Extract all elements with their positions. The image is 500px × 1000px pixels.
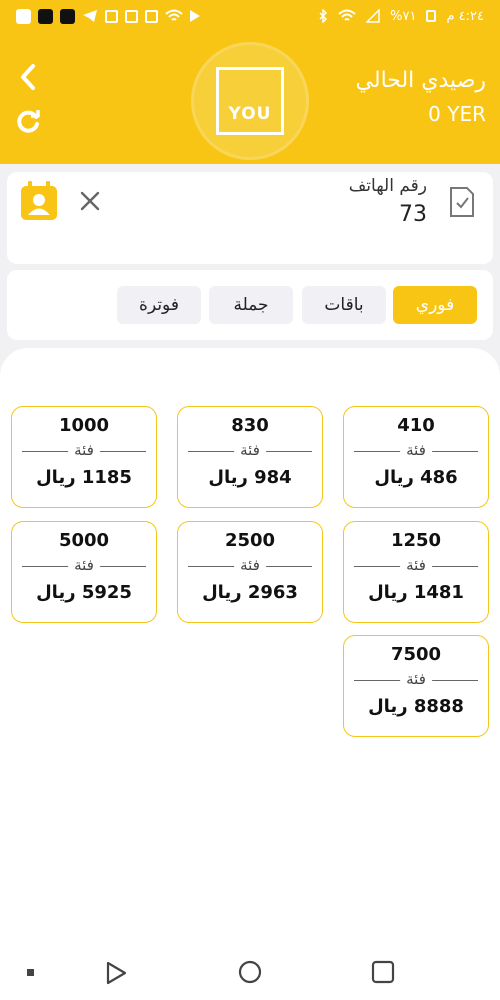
- denomination-price: 486 ريال: [374, 467, 458, 488]
- system-nav-bar: [0, 948, 500, 1000]
- battery-icon: [426, 10, 437, 22]
- clear-icon[interactable]: [79, 190, 101, 212]
- denomination-label: فئة: [400, 441, 432, 459]
- play-store-icon: [190, 10, 200, 22]
- denomination-card[interactable]: 830 فئة 984 ريال: [177, 406, 323, 508]
- status-icons-right: %٧١ ٤:٢٤ م: [318, 9, 484, 24]
- refresh-icon[interactable]: [16, 108, 42, 134]
- battery-level: %٧١: [390, 8, 417, 24]
- denomination-amount: 1250: [390, 530, 442, 551]
- notification-icon: [60, 8, 75, 24]
- brand-logo: YOU: [191, 42, 309, 160]
- denomination-label: فئة: [68, 441, 100, 459]
- notification-icon: [16, 8, 31, 24]
- wifi-signal-icon: [338, 9, 356, 21]
- notification-icon: [38, 8, 53, 24]
- recents-icon[interactable]: [371, 960, 395, 984]
- play-icon[interactable]: [104, 960, 128, 986]
- tabs-bar: فوري باقات جملة فوترة: [7, 270, 493, 340]
- denomination-label: فئة: [400, 556, 432, 574]
- denomination-card[interactable]: 1000 فئة 1185 ريال: [11, 406, 157, 508]
- denomination-label: فئة: [234, 556, 266, 574]
- denomination-amount: 1000: [58, 415, 110, 436]
- wifi-icon: [165, 9, 183, 21]
- denomination-price: 1185 ريال: [36, 467, 132, 488]
- tab-instant[interactable]: فوري: [393, 286, 477, 324]
- sim-card-icon[interactable]: [449, 186, 475, 218]
- denomination-price: 1481 ريال: [368, 582, 464, 603]
- denomination-label: فئة: [68, 556, 100, 574]
- denomination-amount: 2500: [224, 530, 276, 551]
- status-icons-left: [16, 8, 200, 24]
- tab-billing[interactable]: فوترة: [117, 286, 201, 324]
- denomination-price: 2963 ريال: [202, 582, 298, 603]
- denomination-card[interactable]: 7500 فئة 8888 ريال: [343, 635, 489, 737]
- denomination-price: 5925 ريال: [36, 582, 132, 603]
- denomination-amount: 410: [397, 415, 435, 436]
- denomination-price: 8888 ريال: [368, 696, 464, 717]
- denomination-card[interactable]: 1250 فئة 1481 ريال: [343, 521, 489, 623]
- clock: ٤:٢٤ م: [446, 8, 484, 24]
- denomination-label: فئة: [234, 441, 266, 459]
- denomination-card[interactable]: 2500 فئة 2963 ريال: [177, 521, 323, 623]
- status-bar: %٧١ ٤:٢٤ م: [0, 0, 500, 32]
- denomination-label: فئة: [400, 670, 432, 688]
- menu-dot-icon[interactable]: [26, 968, 36, 978]
- cell-signal-icon: [366, 9, 380, 23]
- tab-packages[interactable]: باقات: [302, 286, 386, 324]
- denomination-amount: 5000: [58, 530, 110, 551]
- phone-input-card: رقم الهاتف 73: [7, 172, 493, 264]
- contacts-icon[interactable]: [19, 180, 59, 222]
- tab-wholesale[interactable]: جملة: [209, 286, 293, 324]
- logo-text: YOU: [228, 104, 272, 124]
- header: YOU رصيدي الحالي 0 YER: [0, 32, 500, 164]
- gallery-icon: [105, 9, 118, 23]
- denomination-amount: 7500: [390, 644, 442, 665]
- phone-label: رقم الهاتف: [348, 176, 427, 196]
- back-icon[interactable]: [16, 62, 42, 92]
- bluetooth-icon: [319, 9, 328, 23]
- phone-number-input[interactable]: 73: [399, 202, 427, 227]
- logo-frame: YOU: [216, 67, 284, 135]
- screen-icon: [145, 9, 158, 23]
- balance-value: 0 YER: [428, 102, 486, 126]
- denomination-amount: 830: [231, 415, 269, 436]
- denomination-card[interactable]: 5000 فئة 5925 ريال: [11, 521, 157, 623]
- home-icon[interactable]: [238, 960, 262, 984]
- denominations-panel: 410 فئة 486 ريال 830 فئة 984 ريال 1000 ف…: [0, 348, 500, 948]
- telegram-icon: [83, 10, 97, 22]
- gallery-icon: [125, 9, 138, 23]
- denomination-price: 984 ريال: [208, 467, 292, 488]
- denomination-card[interactable]: 410 فئة 486 ريال: [343, 406, 489, 508]
- balance-label: رصيدي الحالي: [355, 68, 486, 93]
